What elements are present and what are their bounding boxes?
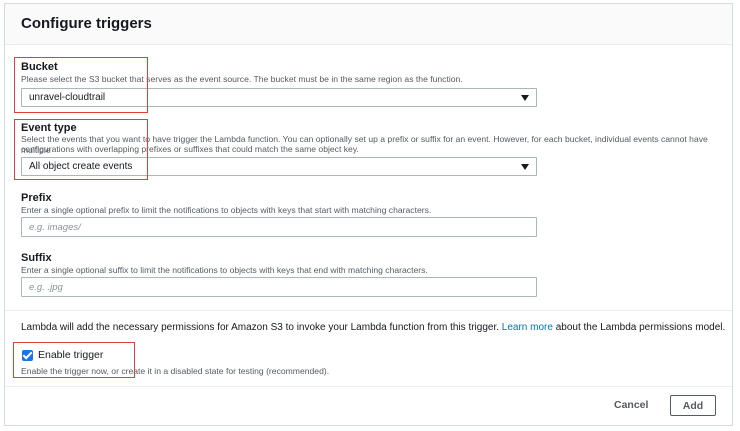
suffix-input[interactable] <box>21 277 537 297</box>
caret-down-icon <box>521 164 529 170</box>
caret-down-icon <box>521 95 529 101</box>
bucket-select-value: unravel-cloudtrail <box>29 92 106 103</box>
suffix-description: Enter a single optional suffix to limit … <box>21 265 428 275</box>
event-type-select-value: All object create events <box>29 161 133 172</box>
bucket-select[interactable]: unravel-cloudtrail <box>21 88 537 107</box>
cancel-button[interactable]: Cancel <box>610 399 652 411</box>
event-type-select[interactable]: All object create events <box>21 157 537 176</box>
panel-header: Configure triggers <box>5 4 732 45</box>
suffix-label: Suffix <box>21 252 52 264</box>
permissions-info: Lambda will add the necessary permission… <box>21 322 725 333</box>
enable-trigger-description: Enable the trigger now, or create it in … <box>21 366 330 376</box>
enable-trigger-label[interactable]: Enable trigger <box>38 349 103 361</box>
add-button[interactable]: Add <box>670 395 716 416</box>
event-type-description-line2: configurations with overlapping prefixes… <box>21 144 359 154</box>
bucket-label: Bucket <box>21 61 58 73</box>
prefix-label: Prefix <box>21 192 52 204</box>
footer-divider <box>5 386 732 387</box>
bucket-description: Please select the S3 bucket that serves … <box>21 74 463 84</box>
page-title: Configure triggers <box>21 15 152 32</box>
section-divider <box>5 310 732 311</box>
prefix-input[interactable] <box>21 217 537 237</box>
configure-triggers-panel: Configure triggers Bucket Please select … <box>4 3 733 426</box>
permissions-text-after: about the Lambda permissions model. <box>552 322 726 333</box>
learn-more-link[interactable]: Learn more <box>502 322 553 333</box>
prefix-description: Enter a single optional prefix to limit … <box>21 205 432 215</box>
event-type-label: Event type <box>21 122 77 134</box>
permissions-text-before: Lambda will add the necessary permission… <box>21 322 502 333</box>
enable-trigger-checkbox[interactable] <box>22 350 33 361</box>
